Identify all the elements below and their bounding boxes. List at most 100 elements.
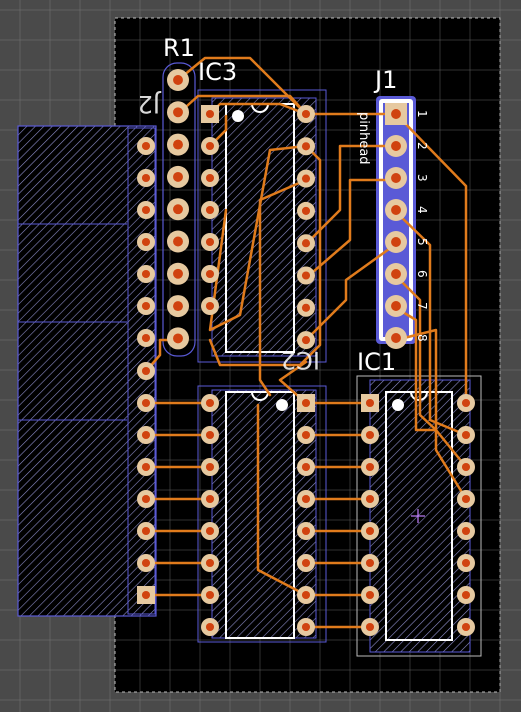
r1-pad[interactable] bbox=[167, 165, 189, 188]
ic2-pad[interactable] bbox=[201, 554, 219, 572]
ic2-pad[interactable] bbox=[297, 394, 315, 412]
r1-pad[interactable] bbox=[167, 262, 189, 285]
j2-footprint[interactable] bbox=[17, 125, 157, 617]
ic1-label[interactable]: IC1 bbox=[357, 348, 396, 376]
ic3-pad[interactable] bbox=[297, 169, 315, 188]
j1-pad[interactable] bbox=[385, 231, 407, 253]
ic3-pad[interactable] bbox=[297, 137, 315, 156]
ic1-footprint[interactable] bbox=[356, 375, 482, 657]
ic3-label[interactable]: IC3 bbox=[198, 58, 237, 86]
r1-label[interactable]: R1 bbox=[163, 34, 195, 62]
ic1-pad[interactable] bbox=[361, 394, 379, 412]
j2-pad[interactable] bbox=[137, 329, 155, 347]
ic3-pad[interactable] bbox=[297, 105, 315, 123]
j2-label[interactable]: J2 bbox=[138, 90, 162, 118]
ic1-pad[interactable] bbox=[457, 586, 475, 604]
j1-pin-number: 2 bbox=[415, 142, 429, 150]
j1-pad[interactable] bbox=[385, 135, 407, 157]
j2-pad[interactable] bbox=[137, 586, 155, 604]
ic3-pad[interactable] bbox=[201, 265, 219, 283]
j1-label[interactable]: J1 bbox=[373, 66, 397, 94]
ic2-pin1-dot bbox=[276, 399, 288, 411]
j1-pad[interactable] bbox=[385, 295, 407, 317]
ic3-pad[interactable] bbox=[201, 233, 219, 251]
r1-pad[interactable] bbox=[167, 230, 189, 253]
j2-pad[interactable] bbox=[137, 458, 155, 476]
j1-pin-number: 5 bbox=[415, 238, 429, 246]
ic3-pad[interactable] bbox=[201, 105, 219, 123]
ic1-pad[interactable] bbox=[361, 554, 379, 572]
ic2-pad[interactable] bbox=[297, 490, 315, 508]
ic2-pad[interactable] bbox=[297, 618, 315, 636]
ic1-pad[interactable] bbox=[457, 554, 475, 572]
ic3-pad[interactable] bbox=[297, 266, 315, 285]
ic1-pad[interactable] bbox=[361, 490, 379, 508]
ic2-pad[interactable] bbox=[201, 586, 219, 604]
ic3-pad[interactable] bbox=[297, 201, 315, 220]
j1-pad[interactable] bbox=[385, 167, 407, 189]
ic1-pad[interactable] bbox=[361, 458, 379, 476]
j1-pin-number: 8 bbox=[415, 334, 429, 342]
pcb-canvas[interactable]: 1 2 3 4 5 6 7 8 pinhead R1 IC3 J1 J2 IC2 IC1 bbox=[0, 0, 521, 712]
ic3-footprint[interactable] bbox=[197, 89, 327, 363]
j1-pin-number: 6 bbox=[415, 270, 429, 278]
j1-pin-number: 1 bbox=[415, 110, 429, 118]
j2-pad[interactable] bbox=[137, 265, 155, 283]
ic2-pad[interactable] bbox=[297, 458, 315, 476]
ic1-pad[interactable] bbox=[457, 522, 475, 540]
ic3-pad[interactable] bbox=[201, 169, 219, 187]
ic1-pad[interactable] bbox=[361, 618, 379, 636]
ic2-pad[interactable] bbox=[297, 426, 315, 444]
j1-pad[interactable] bbox=[385, 103, 407, 125]
j1-pin-number: 7 bbox=[415, 302, 429, 310]
ic2-pad[interactable] bbox=[297, 586, 315, 604]
ic1-pad[interactable] bbox=[361, 426, 379, 444]
ic2-pad[interactable] bbox=[201, 458, 219, 476]
ic1-pad[interactable] bbox=[457, 458, 475, 476]
ic2-pad[interactable] bbox=[201, 522, 219, 540]
ic2-label[interactable]: IC2 bbox=[281, 346, 320, 374]
j1-value-label: pinhead bbox=[356, 112, 371, 165]
ic2-pad[interactable] bbox=[201, 490, 219, 508]
j2-pad[interactable] bbox=[137, 426, 155, 444]
ic2-pad[interactable] bbox=[201, 426, 219, 444]
r1-pad[interactable] bbox=[167, 327, 189, 350]
j1-pad[interactable] bbox=[385, 263, 407, 285]
j2-pad[interactable] bbox=[137, 137, 155, 155]
j1-pad[interactable] bbox=[385, 327, 407, 349]
ic3-pad[interactable] bbox=[297, 298, 315, 317]
j1-pin-number: 4 bbox=[415, 206, 429, 214]
j2-pad[interactable] bbox=[137, 297, 155, 315]
ic1-pin1-dot bbox=[392, 399, 404, 411]
j1-pad[interactable] bbox=[385, 199, 407, 221]
ic3-pin1-dot bbox=[232, 110, 244, 122]
ic3-pad[interactable] bbox=[201, 137, 219, 155]
ic1-pad[interactable] bbox=[457, 426, 475, 444]
ic2-pad[interactable] bbox=[297, 554, 315, 572]
ic2-pad[interactable] bbox=[201, 394, 219, 412]
ic1-pad[interactable] bbox=[361, 586, 379, 604]
r1-pad[interactable] bbox=[167, 101, 189, 124]
ic2-pad[interactable] bbox=[297, 522, 315, 540]
r1-pad[interactable] bbox=[167, 133, 189, 156]
ic3-pad[interactable] bbox=[297, 234, 315, 253]
j2-pad[interactable] bbox=[137, 233, 155, 251]
j2-pad[interactable] bbox=[137, 201, 155, 219]
ic3-pad[interactable] bbox=[201, 201, 219, 219]
j2-pad[interactable] bbox=[137, 394, 155, 412]
j1-pin-number: 3 bbox=[415, 174, 429, 182]
ic1-pad[interactable] bbox=[457, 394, 475, 412]
ic1-pad[interactable] bbox=[361, 522, 379, 540]
r1-pad[interactable] bbox=[167, 295, 189, 318]
ic3-pad[interactable] bbox=[201, 297, 219, 315]
j2-pad[interactable] bbox=[137, 554, 155, 572]
ic1-pad[interactable] bbox=[457, 618, 475, 636]
j2-pad[interactable] bbox=[137, 362, 155, 380]
j2-pad[interactable] bbox=[137, 490, 155, 508]
ic1-pad[interactable] bbox=[457, 490, 475, 508]
j2-pad[interactable] bbox=[137, 522, 155, 540]
j2-pad[interactable] bbox=[137, 169, 155, 187]
ic2-pad[interactable] bbox=[201, 618, 219, 636]
r1-pad[interactable] bbox=[167, 198, 189, 221]
r1-pad[interactable] bbox=[167, 69, 189, 91]
